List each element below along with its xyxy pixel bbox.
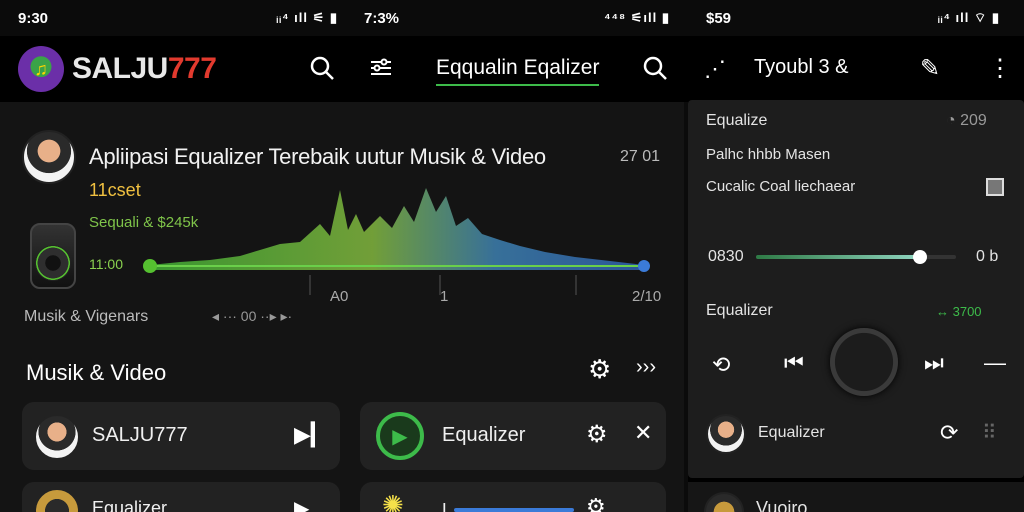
timeline-handle-start xyxy=(143,259,157,273)
app-header: ♫ SALJU777 Eqqualin Eqalizer xyxy=(0,36,688,102)
avatar xyxy=(34,414,80,460)
avatar xyxy=(706,414,746,454)
forward-icon[interactable]: ››› xyxy=(636,356,656,379)
panel-title: Tyoubl 3 & xyxy=(754,56,849,78)
edit-icon[interactable]: ✎ xyxy=(920,54,940,83)
close-icon[interactable]: ✕ xyxy=(634,420,652,446)
status-bar-right: $59 ᵢᵢ⁴ ıll ⌔ ▮ xyxy=(706,0,1000,36)
list-item[interactable]: Equalizer ▶ xyxy=(22,482,340,512)
more-options-icon[interactable]: ⋮ xyxy=(988,54,1012,83)
slider-min-label: 0830 xyxy=(708,248,744,265)
drag-handle-icon[interactable]: ⠿ xyxy=(982,420,997,445)
list-item[interactable]: ✺ L ⚙ xyxy=(360,482,666,512)
app-logo: ♫ xyxy=(18,46,64,92)
status-time: 7:3% xyxy=(364,9,400,27)
list-item-label: L xyxy=(442,500,453,512)
strip-label: Vuoiro xyxy=(756,498,808,512)
search-icon[interactable] xyxy=(641,54,669,89)
slider-handle[interactable] xyxy=(913,250,927,264)
progress-slider[interactable] xyxy=(454,508,574,512)
timeline-handle-end xyxy=(638,260,650,272)
timeline-tick: 2/10 xyxy=(632,288,662,305)
section-title: Musik & Video xyxy=(26,360,167,385)
setting-label: Equalize xyxy=(706,112,768,129)
list-item-label: Equalizer xyxy=(92,498,168,512)
next-icon[interactable]: ⏭ xyxy=(924,350,944,376)
equalizer-value: ↔ 3700 xyxy=(936,304,982,319)
mini-controls[interactable]: ◂ ··· 00 ··▸ ▸· xyxy=(212,308,292,325)
mini-player-strip[interactable]: Vuoiro xyxy=(688,482,1024,512)
slider-max-label: 0 b xyxy=(976,248,999,265)
gear-icon[interactable]: ⚙ xyxy=(586,494,606,512)
play-icon[interactable]: ▶ xyxy=(294,496,309,512)
sync-icon[interactable]: ⟳ xyxy=(940,420,958,446)
play-next-icon[interactable]: ▶▎ xyxy=(294,422,328,448)
tab-equalizer[interactable]: Eqqualin Eqalizer xyxy=(436,56,600,86)
equalizer-panel: ⋰ Tyoubl 3 & ✎ ⋮ Equalize ◔ 209 Palhc hh… xyxy=(688,36,1024,512)
status-time: 9:30 xyxy=(18,9,49,27)
equalizer-label: Equalizer xyxy=(706,302,773,319)
checkbox[interactable] xyxy=(986,178,1004,196)
play-button[interactable]: ▶ xyxy=(376,412,424,460)
now-playing-card: Apliipasi Equalizer Terebaik uutur Musik… xyxy=(0,110,684,310)
waveform-visualizer[interactable] xyxy=(0,110,684,310)
lightbulb-icon: ✺ xyxy=(382,490,404,512)
status-icons: ⁴⁴⁸ ⚟ıll ▮ xyxy=(604,10,670,25)
brand-name: SALJU777 xyxy=(72,52,217,85)
previous-icon[interactable]: ⏮ xyxy=(784,350,804,376)
setting-label: Cucalic Coal liechaear xyxy=(706,178,856,195)
equalizer-settings-icon[interactable] xyxy=(368,56,394,87)
main-play-button[interactable] xyxy=(830,328,898,396)
equalizer-card: Equalize ◔ 209 Palhc hhbb Masen Cucalic … xyxy=(688,100,1024,478)
list-item[interactable]: SALJU777 ▶▎ xyxy=(22,402,340,470)
gear-icon[interactable]: ⚙ xyxy=(588,354,611,385)
status-icons: ᵢᵢ⁴ ıll ⌔ ▮ xyxy=(937,10,1000,25)
avatar xyxy=(704,492,744,512)
search-icon[interactable] xyxy=(308,54,336,89)
repeat-icon[interactable]: ⟲ xyxy=(712,352,730,378)
timeline-tick: A0 xyxy=(330,288,349,305)
share-icon[interactable]: ⋰ xyxy=(704,56,726,82)
list-item-label: SALJU777 xyxy=(92,424,188,446)
volume-slider[interactable] xyxy=(756,250,956,264)
main-content: Apliipasi Equalizer Terebaik uutur Musik… xyxy=(0,102,684,512)
status-bar-left: 9:30 ᵢᵢ⁴ ıll ⚟ ▮ xyxy=(18,0,338,36)
setting-value: ◔ 209 xyxy=(946,112,987,129)
status-icons: ᵢᵢ⁴ ıll ⚟ ▮ xyxy=(276,10,338,25)
secondary-label: Musik & Vigenars xyxy=(24,308,149,325)
status-time: $59 xyxy=(706,9,732,27)
timeline-tick: 1 xyxy=(440,288,449,305)
setting-label: Palhc hhbb Masen xyxy=(706,146,831,163)
minimize-icon[interactable]: — xyxy=(984,350,1006,376)
gear-icon[interactable]: ⚙ xyxy=(586,420,608,449)
bottom-track-label: Equalizer xyxy=(758,424,825,441)
list-item[interactable]: ▶ Equalizer ⚙ ✕ xyxy=(360,402,666,470)
status-bar-mid: 7:3% ⁴⁴⁸ ⚟ıll ▮ xyxy=(364,0,670,36)
list-item-label: Equalizer xyxy=(442,424,526,446)
avatar xyxy=(34,488,80,512)
